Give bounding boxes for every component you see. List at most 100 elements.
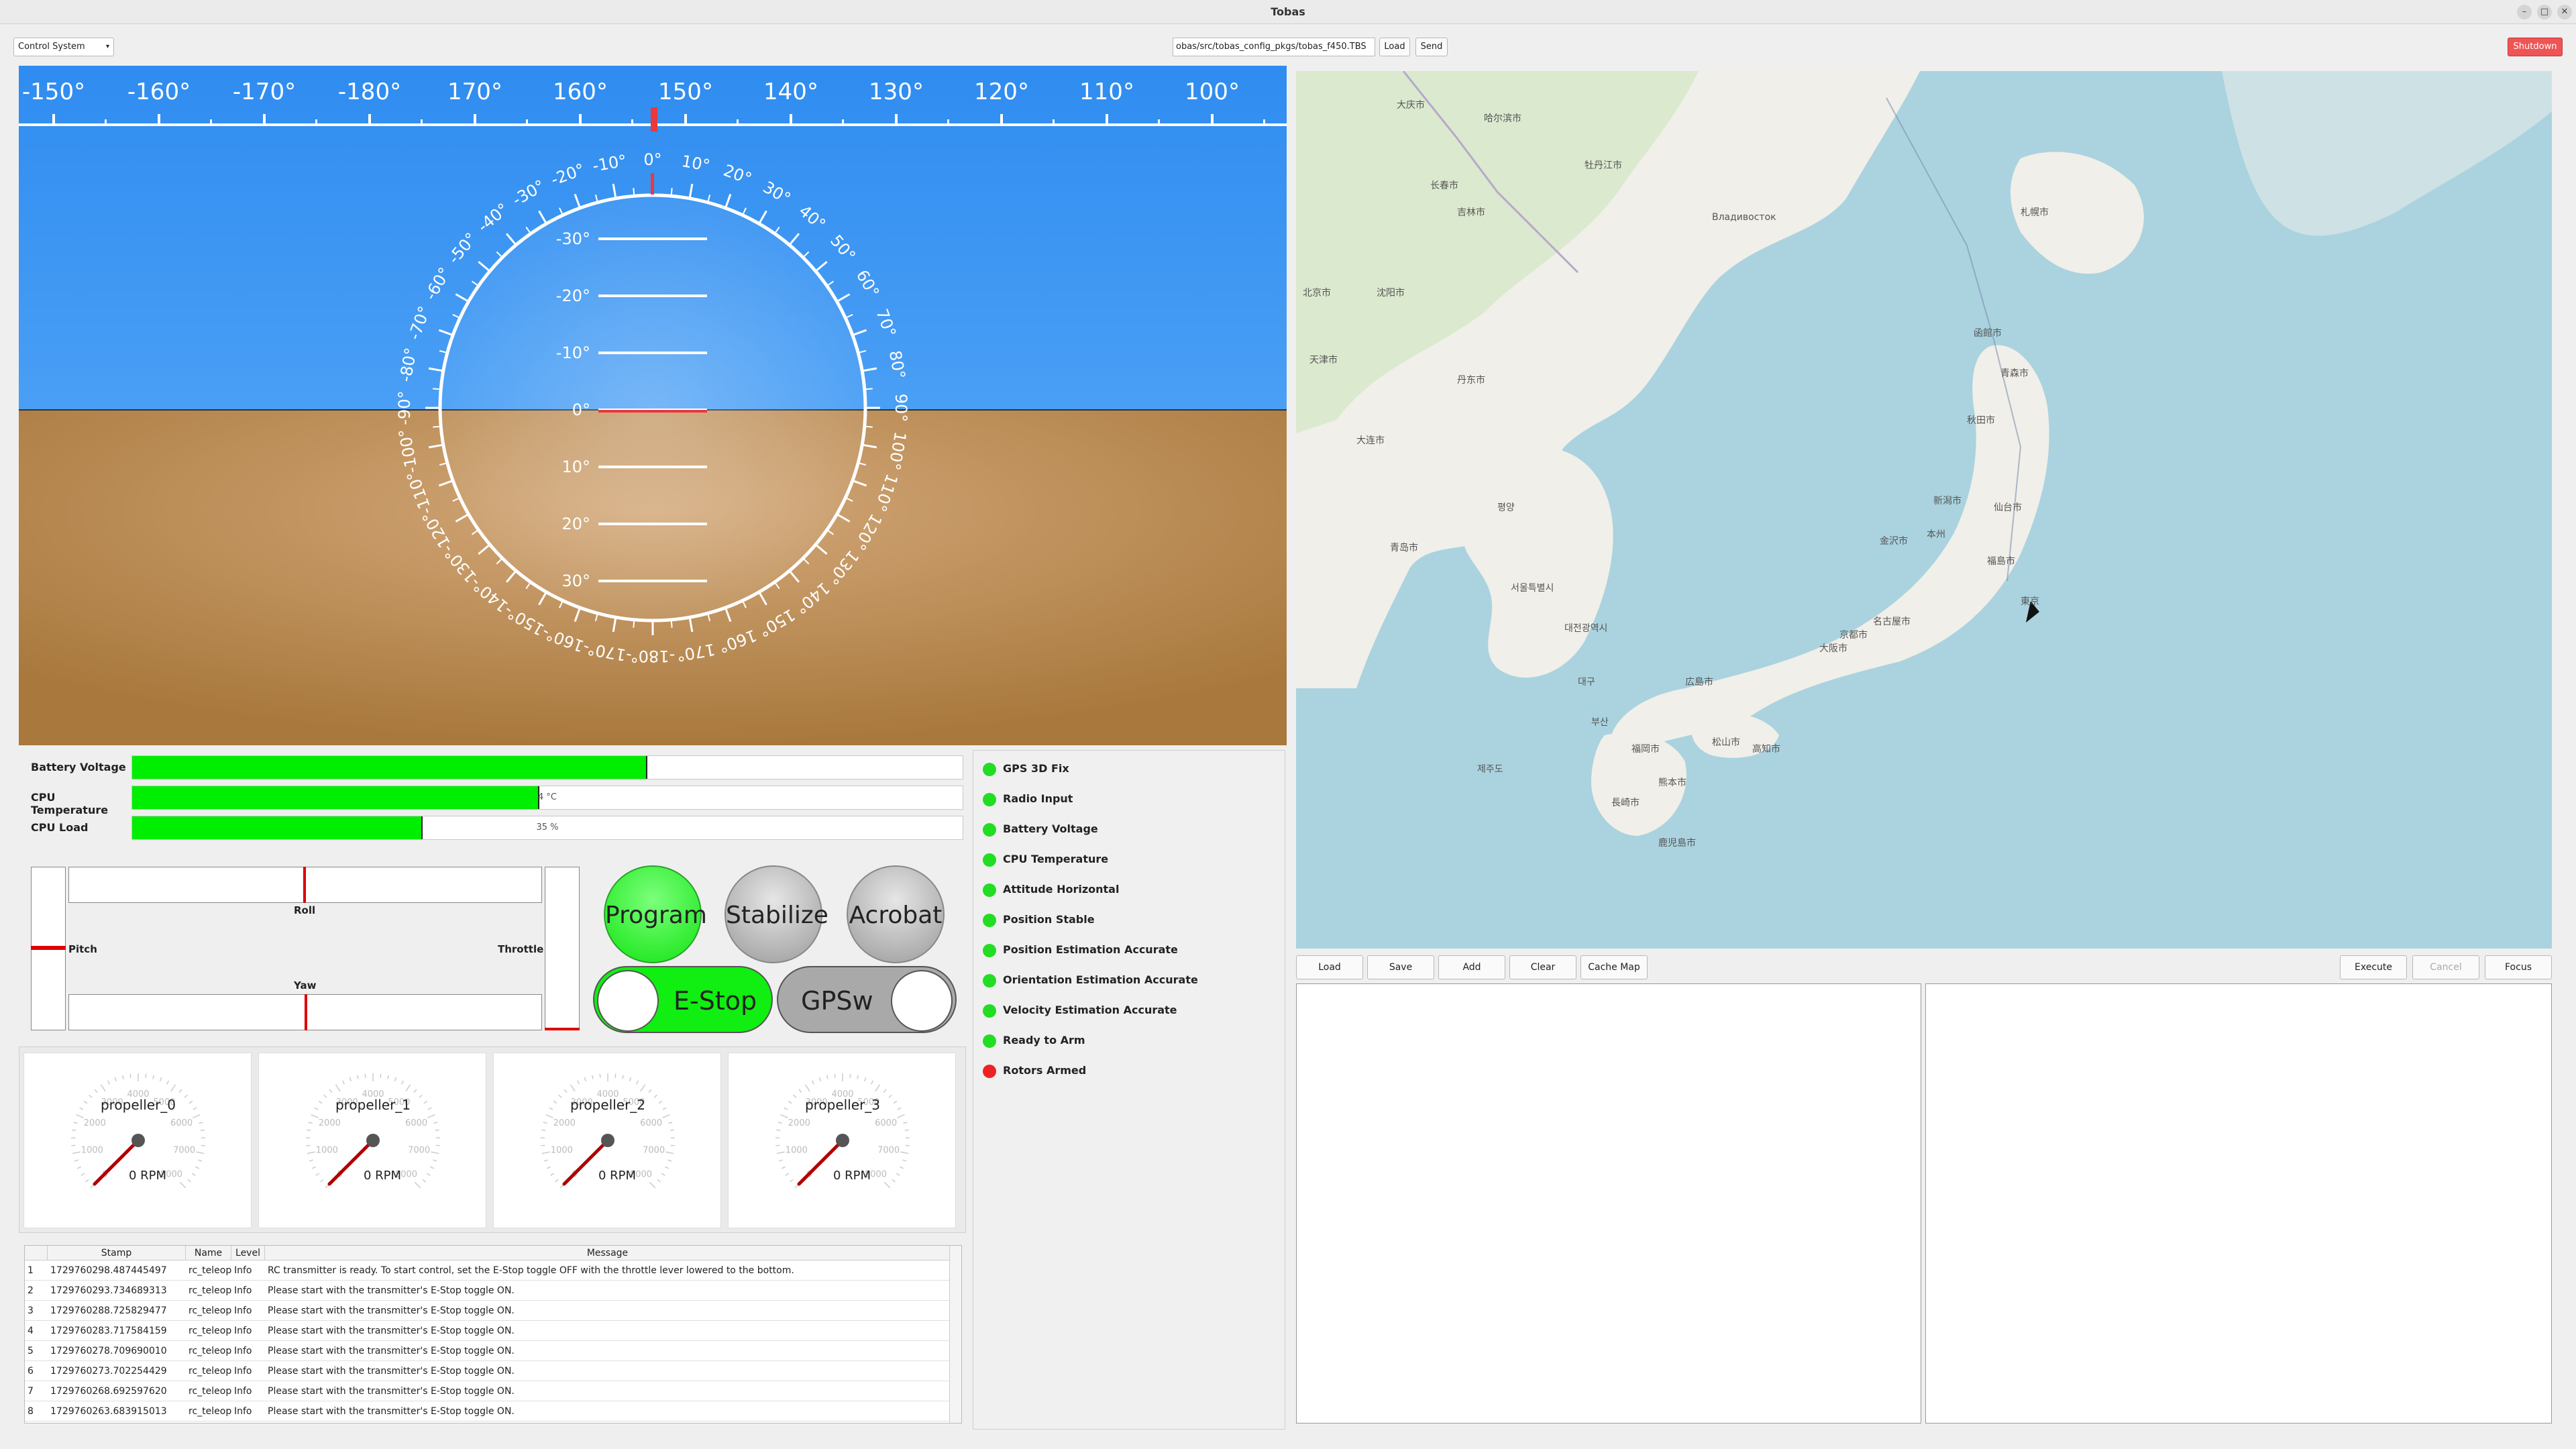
cancel-button[interactable]: Cancel: [2412, 955, 2479, 979]
roll-label: Roll: [294, 904, 316, 916]
bar-value: 35 %: [536, 822, 559, 833]
rpm-gauge: 010002000300040005000600070008000propell…: [728, 1053, 956, 1228]
throttle-stick-marker: [545, 1028, 580, 1030]
minimize-icon[interactable]: –: [2517, 5, 2532, 19]
bar-row: CPU Temperature 4 °C: [31, 786, 963, 816]
bar-label: CPU Load: [31, 821, 89, 834]
heading-label: 120°: [974, 78, 1029, 105]
map-place-label: 京都市: [1839, 630, 1868, 641]
waypoint-list-panel[interactable]: [1296, 983, 1921, 1424]
pitch-line: [598, 237, 707, 240]
map-place-label: 沈阳市: [1377, 288, 1405, 299]
table-row[interactable]: 5 1729760278.709690010 rc_teleop Info Pl…: [25, 1341, 951, 1361]
map-place-label: 大阪市: [1819, 643, 1847, 654]
heading-label: 170°: [447, 78, 502, 105]
heading-label: 150°: [658, 78, 713, 105]
log-level: Info: [234, 1326, 252, 1336]
progress-bar: 35 %: [131, 816, 963, 840]
column-header-level[interactable]: Level: [231, 1246, 265, 1260]
map-add-button[interactable]: Add: [1438, 955, 1505, 979]
map-place-label: 青森市: [2000, 368, 2029, 379]
execute-button[interactable]: Execute: [2340, 955, 2407, 979]
pitch-line: [598, 294, 707, 297]
column-header-name[interactable]: Name: [186, 1246, 231, 1260]
shutdown-button[interactable]: Shutdown: [2508, 38, 2563, 56]
cache-map-button[interactable]: Cache Map: [1580, 955, 1648, 979]
status-label: Position Stable: [1003, 913, 1095, 926]
gauge-hub: [601, 1134, 614, 1147]
progress-bar: [131, 755, 963, 780]
status-led-icon: [983, 883, 996, 897]
attitude-svg: -150° -160° -170° -180° 170° 160° 150° 140° 130°…: [19, 66, 1287, 745]
gauge-dial: 010002000300040005000600070008000propell…: [541, 1073, 675, 1189]
table-row[interactable]: 4 1729760283.717584159 rc_teleop Info Pl…: [25, 1321, 951, 1341]
log-name: rc_teleop: [189, 1406, 231, 1417]
acrobat-mode-button[interactable]: Acrobat: [847, 865, 945, 963]
pitch-line: [598, 466, 707, 468]
map-clear-button[interactable]: Clear: [1509, 955, 1576, 979]
log-level: Info: [234, 1406, 252, 1417]
map-place-label: 秋田市: [1967, 415, 1995, 426]
stabilize-mode-button[interactable]: Stabilize: [724, 865, 828, 963]
gpsw-toggle[interactable]: GPSw: [777, 966, 957, 1033]
status-label: Attitude Horizontal: [1003, 883, 1120, 896]
progress-bar: 4 °C: [131, 786, 963, 810]
status-label: CPU Temperature: [1003, 853, 1109, 865]
status-led-icon: [983, 763, 996, 776]
table-row[interactable]: 7 1729760268.692597620 rc_teleop Info Pl…: [25, 1381, 951, 1401]
bar-value: 4 °C: [538, 792, 557, 802]
config-path-input[interactable]: obas/src/tobas_config_pkgs/tobas_f450.TB…: [1173, 38, 1375, 56]
map-place-label: 本州: [1927, 529, 1945, 540]
estop-toggle[interactable]: E-Stop: [593, 966, 773, 1033]
table-row[interactable]: 6 1729760273.702254429 rc_teleop Info Pl…: [25, 1361, 951, 1381]
column-header-stamp[interactable]: Stamp: [48, 1246, 186, 1260]
map-place-label: 新潟市: [1933, 496, 1962, 506]
row-number: 4: [28, 1326, 34, 1336]
log-name: rc_teleop: [189, 1346, 231, 1356]
load-config-button[interactable]: Load: [1379, 38, 1410, 56]
map-place-label: 北京市: [1303, 288, 1331, 299]
gauge-rpm: 0 RPM: [364, 1169, 401, 1183]
row-number: 2: [28, 1285, 34, 1296]
log-level: Info: [234, 1346, 252, 1356]
log-name: rc_teleop: [189, 1305, 231, 1316]
map-place-label: 哈尔滨市: [1484, 113, 1521, 124]
table-row[interactable]: 2 1729760293.734689313 rc_teleop Info Pl…: [25, 1281, 951, 1301]
send-config-button[interactable]: Send: [1415, 38, 1448, 56]
column-header-message[interactable]: Message: [265, 1246, 951, 1260]
table-row[interactable]: 8 1729760263.683915013 rc_teleop Info Pl…: [25, 1401, 951, 1421]
maximize-icon[interactable]: □: [2537, 5, 2552, 19]
status-item: Orientation Estimation Accurate: [983, 970, 1198, 990]
focus-button[interactable]: Focus: [2485, 955, 2552, 979]
close-icon[interactable]: ✕: [2557, 5, 2572, 19]
mission-detail-panel[interactable]: [1925, 983, 2552, 1424]
table-row[interactable]: 1 1729760298.487445497 rc_teleop Info RC…: [25, 1260, 951, 1281]
pitch-label: -30°: [556, 229, 590, 248]
log-table[interactable]: Stamp Name Level Message 1 1729760298.48…: [24, 1245, 962, 1424]
log-scrollbar[interactable]: [949, 1246, 961, 1423]
gauge-name: propeller_0: [101, 1097, 176, 1113]
log-message: Please start with the transmitter's E-St…: [268, 1305, 515, 1316]
map-place-label: 天津市: [1309, 355, 1338, 366]
row-number-header: [25, 1246, 48, 1260]
gauge-scale-label: 2000: [788, 1118, 810, 1128]
map-place-label: 仙台市: [1994, 502, 2022, 513]
status-panel: GPS 3D Fix Radio Input Battery Voltage CPU …: [973, 750, 1285, 1430]
map-svg: [1296, 71, 2552, 836]
map-load-button[interactable]: Load: [1296, 955, 1363, 979]
pitch-stick-marker: [31, 946, 66, 950]
table-row[interactable]: 3 1729760288.725829477 rc_teleop Info Pl…: [25, 1301, 951, 1321]
map-place-label: 函館市: [1974, 328, 2002, 339]
map-place-label: 长春市: [1430, 180, 1458, 191]
program-mode-button[interactable]: Program: [604, 865, 707, 963]
map-place-label: 서울특별시: [1511, 583, 1554, 594]
map-place-label: 長崎市: [1611, 798, 1640, 808]
system-select[interactable]: Control System ▾: [13, 38, 114, 56]
log-stamp: 1729760298.487445497: [50, 1265, 167, 1276]
pitch-label: 30°: [561, 572, 590, 590]
map-place-label: Владивосток: [1712, 212, 1776, 223]
heading-label: 130°: [869, 78, 924, 105]
map-view[interactable]: 大庆市 哈尔滨市 长春市 吉林市 牡丹江市 沈阳市 丹东市 大连市 北京市 天津市 青岛市 평양 서울특…: [1296, 71, 2552, 949]
log-message: Please start with the transmitter's E-St…: [268, 1406, 515, 1417]
map-save-button[interactable]: Save: [1367, 955, 1434, 979]
